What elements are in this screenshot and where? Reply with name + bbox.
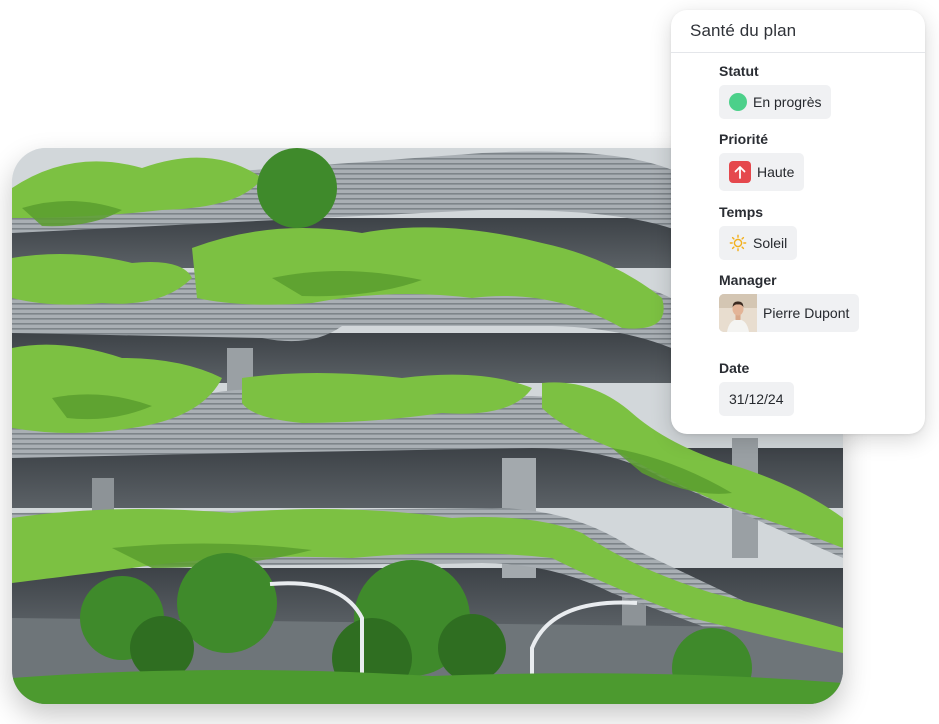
status-label: Statut [719, 63, 759, 79]
priority-value: Haute [757, 164, 795, 180]
weather-label: Temps [719, 204, 764, 220]
manager-label: Manager [719, 272, 777, 288]
weather-field: Temps Soleil [719, 204, 798, 260]
weather-value: Soleil [753, 235, 788, 251]
status-chip[interactable]: En progrès [719, 85, 832, 119]
manager-chip[interactable]: Pierre Dupont [719, 294, 860, 332]
status-field: Statut En progrès [719, 63, 832, 119]
panel-divider [671, 52, 925, 53]
arrow-up-icon [729, 161, 751, 183]
priority-chip[interactable]: Haute [719, 153, 805, 191]
date-field: Date 31/12/24 [719, 360, 794, 416]
priority-field: Priorité Haute [719, 131, 805, 191]
priority-label: Priorité [719, 131, 769, 147]
status-value: En progrès [753, 94, 822, 110]
status-dot-icon [729, 93, 747, 111]
date-chip[interactable]: 31/12/24 [719, 382, 794, 416]
manager-value: Pierre Dupont [763, 305, 850, 321]
date-value: 31/12/24 [729, 391, 784, 407]
date-label: Date [719, 360, 750, 376]
panel-title: Santé du plan [690, 21, 797, 40]
plan-health-panel: Santé du plan Statut En progrès Priorité… [671, 10, 925, 434]
weather-chip[interactable]: Soleil [719, 226, 798, 260]
sun-icon [729, 234, 747, 252]
manager-field: Manager Pierre Dupont [719, 272, 860, 337]
avatar [719, 294, 757, 332]
